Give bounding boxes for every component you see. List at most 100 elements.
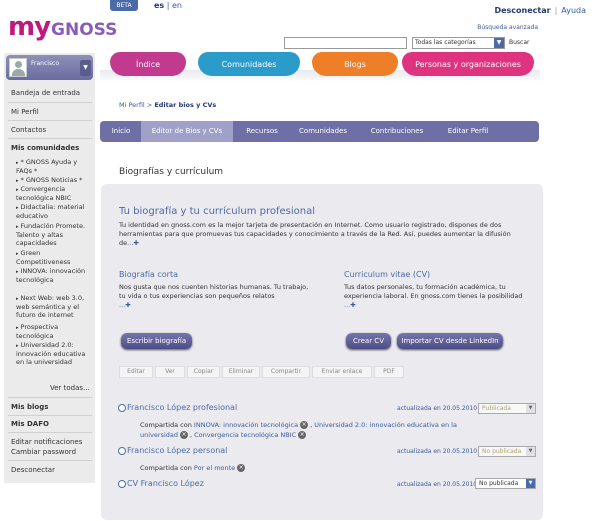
publish-status-select[interactable]: No publicada ▼ [475,478,536,489]
import-cv-linkedin-button[interactable]: Importar CV desde LinkedIn [397,333,503,349]
divider [8,397,92,398]
top-links: Desconectar | Ayuda [494,6,586,15]
logo-gnoss: GNOSS [51,20,118,40]
bio-title-link[interactable]: Francisco López profesional [127,403,237,412]
chevron-down-icon: ▼ [526,479,535,488]
cv-title-link[interactable]: CV Francisco López [127,479,204,488]
tab-contribuciones[interactable]: Contribuciones [361,121,433,142]
copy-button[interactable]: Copiar [187,366,220,378]
nav-indice[interactable]: Índice [110,52,186,76]
divider [8,102,92,103]
updated-date: actualizada en 20.05.2010 [397,405,478,412]
category-select[interactable]: Todas las categorías ▼ [412,37,505,49]
write-bio-button[interactable]: Escribir biografía [121,333,192,349]
plus-icon[interactable]: ✚ [133,239,138,247]
divider [8,432,92,433]
chevron-down-icon: ▼ [494,38,504,48]
remove-icon[interactable]: × [180,431,188,439]
sidebar-community[interactable]: ▸ Didactalia: material educativo [16,203,88,220]
sidebar-item-profile[interactable]: Mi Perfil [11,108,39,116]
nav-comunidades[interactable]: Comunidades [198,52,300,76]
sidebar-community[interactable]: ▸ Universidad 2.0: innovación educativa e… [16,341,88,366]
send-link-button[interactable]: Enviar enlace [312,366,372,378]
chevron-down-icon: ▼ [526,447,535,456]
panel-title: Tu biografía y tu currículum profesional [119,206,315,217]
delete-button[interactable]: Eliminar [222,366,260,378]
nav-blogs[interactable]: Blogs [312,52,398,76]
avatar [9,58,27,77]
sidebar-community[interactable]: ▸ * GNOSS Ayuda y FAQs * [16,158,88,175]
tab-comunidades[interactable]: Comunidades [291,121,355,142]
lang-en[interactable]: en [172,1,182,10]
breadcrumb-current: Editar bios y CVs [154,101,217,109]
breadcrumb: Mi Perfil > Editar bios y CVs [119,101,217,109]
select-radio[interactable] [118,480,126,488]
page-title: Biografías y currículum [119,167,224,177]
select-radio[interactable] [118,447,126,455]
shared-community-link[interactable]: Por el monte [194,464,235,472]
edit-notifications-link[interactable]: Editar notificaciones [11,438,82,446]
tab-recursos[interactable]: Recursos [236,121,288,142]
plus-icon[interactable]: ✚ [350,301,355,309]
beta-badge: BETA [110,0,138,11]
pdf-button[interactable]: PDF [374,366,404,378]
sidebar-logout-link[interactable]: Desconectar [11,466,55,474]
breadcrumb-profile[interactable]: Mi Perfil [119,101,145,109]
updated-date: actualizada en 20.05.2010 [397,481,478,488]
remove-icon[interactable]: × [300,421,309,429]
chevron-down-icon[interactable]: ▼ [80,60,91,76]
remove-icon[interactable]: × [237,464,246,472]
sidebar-item-dafo[interactable]: Mis DAFO [11,420,49,428]
divider [8,120,92,121]
lang-separator: | [164,1,172,10]
search-button[interactable]: Buscar [509,37,530,49]
shared-community-link[interactable]: INNOVA: innovación tecnológica [194,421,298,429]
plus-icon[interactable]: ✚ [125,301,130,309]
sidebar-item-inbox[interactable]: Bandeja de entrada [11,89,80,97]
sidebar-community[interactable]: ▸ Prospectiva tecnológica [16,323,88,340]
shared-community-link[interactable]: Convergencia tecnológica NBIC [194,431,296,439]
view-button[interactable]: Ver [155,366,185,378]
tab-inicio[interactable]: Inicio [101,121,141,142]
publish-status-select[interactable]: Publicada ▼ [478,403,536,414]
updated-date: actualizada en 20.05.2010 [397,448,478,455]
sidebar-community[interactable]: ▸ * GNOSS Noticias * [16,176,88,185]
sidebar-item-blogs[interactable]: Mis blogs [11,403,48,411]
panel-description: Tu identidad en gnoss.com es la mejor ta… [119,221,511,247]
logo-my: my [8,12,51,42]
communities-heading: Mis comunidades [11,144,80,152]
shared-with: Compartida con INNOVA: innovación tecnol… [140,421,457,439]
user-name: Francisco [31,60,60,67]
advanced-search-link[interactable]: Búsqueda avanzada [477,24,538,31]
disconnect-link[interactable]: Desconectar [494,6,550,15]
publish-status-select[interactable]: No publicada ▼ [478,446,536,457]
share-button[interactable]: Compartir [262,366,310,378]
search-input[interactable] [284,37,407,49]
remove-icon[interactable]: × [298,431,307,439]
help-link[interactable]: Ayuda [561,6,586,15]
sidebar-community[interactable]: ▸ Fundación Promete. Talento y altas capa… [16,222,88,247]
divider [8,460,92,461]
bio-title-link[interactable]: Francisco López personal [127,446,227,455]
sidebar-community[interactable]: ▸ INNOVA: innovación tecnológica [16,267,88,284]
create-cv-button[interactable]: Crear CV [346,333,391,349]
cv-title: Curriculum vitae (CV) [344,270,431,279]
language-switch: es | en [154,1,182,10]
category-value: Todas las categorías [415,39,476,46]
sidebar-community[interactable]: ▸ Convergencia tecnológica NBIC [16,185,88,202]
select-radio[interactable] [118,404,126,412]
nav-personas[interactable]: Personas y organizaciones [402,52,534,76]
divider [8,138,92,139]
tab-editor-bios[interactable]: Editor de Bios y CVs [141,121,233,142]
edit-button[interactable]: Editar [119,366,153,378]
see-all-communities-link[interactable]: Ver todas... [50,384,90,392]
sidebar-community[interactable]: ▸ Next Web: web 3.0, web semántica y el f… [16,294,88,319]
short-bio-title: Biografía corta [119,270,178,279]
lang-es[interactable]: es [154,1,164,10]
tab-editar-perfil[interactable]: Editar Perfil [439,121,497,142]
sidebar-community[interactable]: ▸ Green Competitiveness [16,249,88,266]
mygnoss-logo[interactable]: myGNOSS [8,12,117,42]
change-password-link[interactable]: Cambiar password [11,448,76,456]
sidebar-item-contacts[interactable]: Contactos [11,126,46,134]
shared-with: Compartida con Por el monte × [140,464,246,472]
